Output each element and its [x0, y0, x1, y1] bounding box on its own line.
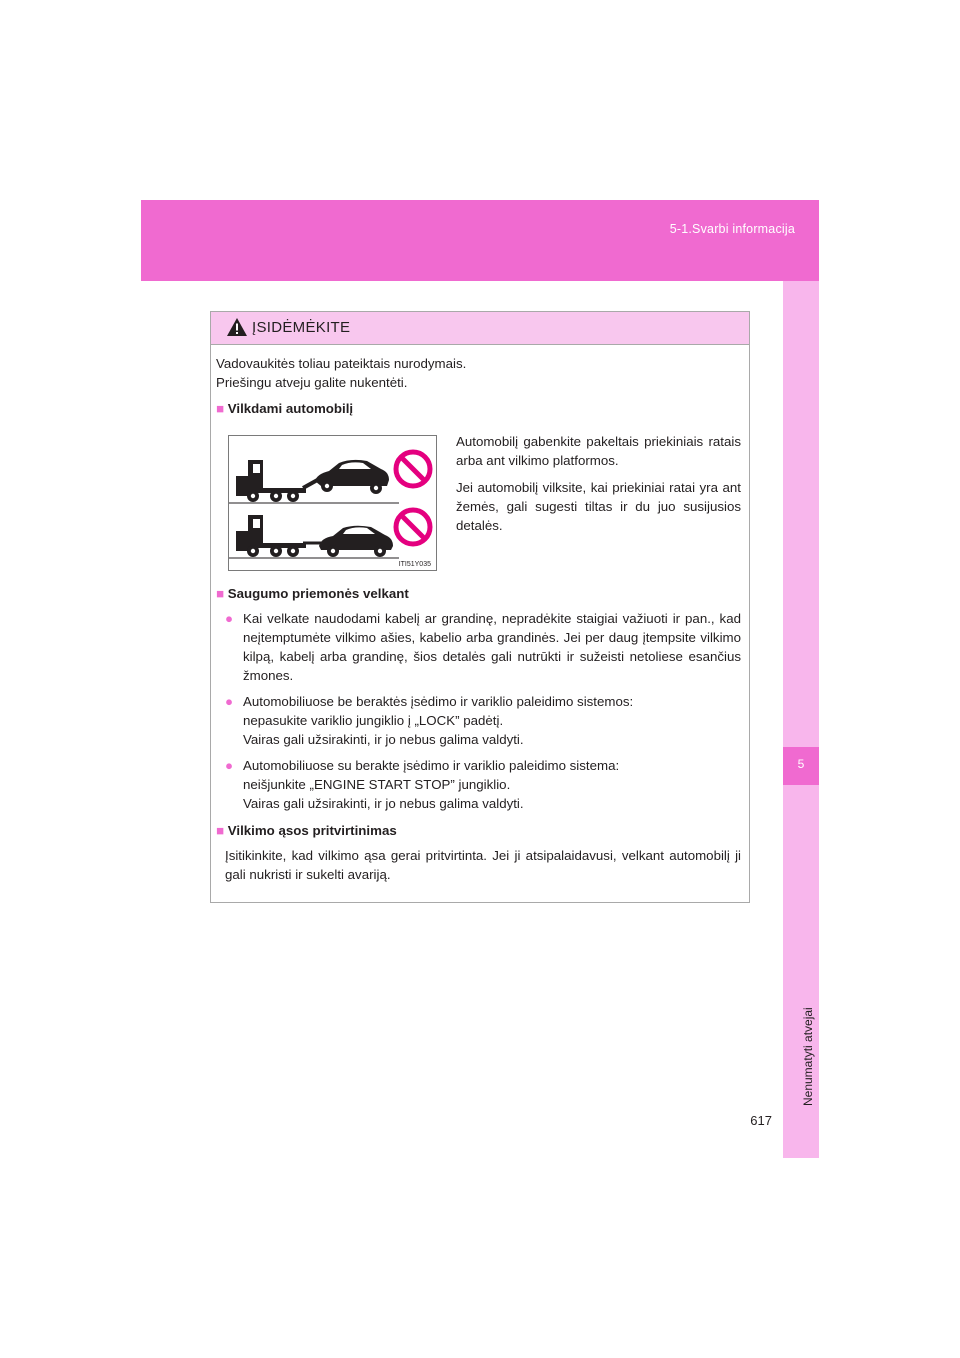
- safety-item2-line3: Vairas gali užsirakinti, ir jo nebus gal…: [243, 732, 524, 747]
- section-heading-safety-text: Saugumo priemonės velkant: [227, 586, 409, 601]
- eyelet-para: Įsitikinkite, kad vilkimo ąsa gerai prit…: [225, 848, 741, 882]
- prohibition-icon-2: [393, 507, 433, 547]
- square-bullet-icon: ■: [216, 823, 225, 838]
- circle-bullet-icon: ●: [225, 611, 234, 626]
- safety-item2-line1: Automobiliuose be beraktės įsėdimo ir va…: [243, 694, 634, 709]
- caution-title: ĮSIDĖMĖKITE: [252, 319, 351, 336]
- caution-intro-line1: Vadovaukitės toliau pateiktais nurodymai…: [216, 356, 467, 371]
- tow-truck-figure: [229, 449, 433, 559]
- page-number: 617: [750, 1113, 772, 1128]
- chapter-number: 5: [797, 757, 805, 771]
- section-heading-eyelet-text: Vilkimo ąsos pritvirtinimas: [227, 823, 397, 838]
- safety-item1: Kai velkate naudodami kabelį ar grandinę…: [243, 611, 741, 683]
- prohibition-icon-1: [393, 449, 433, 489]
- caution-header: ĮSIDĖMĖKITE: [211, 312, 749, 345]
- section-title: 5-1.Svarbi informacija: [669, 222, 795, 236]
- towing-para2: Jei automobilį vilksite, kai priekiniai …: [456, 480, 741, 533]
- caution-box: ĮSIDĖMĖKITE Vadovaukitės toliau pateikta…: [210, 311, 750, 903]
- section-heading-safety: ■ Saugumo priemonės velkant: [216, 584, 409, 603]
- caution-intro-line2: Priešingu atveju galite nukentėti.: [216, 375, 408, 390]
- warning-triangle-icon: [227, 318, 247, 336]
- towing-para1: Automobilį gabenkite pakeltais priekinia…: [456, 434, 741, 468]
- circle-bullet-icon: ●: [225, 694, 234, 709]
- chapter-tab: 5 Nenumatyti atvejai: [783, 281, 819, 1158]
- tow-truck-ground-icon: [229, 515, 399, 559]
- figure-code: ITI51Y035: [398, 561, 431, 568]
- square-bullet-icon: ■: [216, 401, 225, 416]
- tow-truck-lifted-icon: [229, 459, 399, 504]
- circle-bullet-icon: ●: [225, 758, 234, 773]
- section-heading-towing-text: Vilkdami automobilį: [227, 401, 354, 416]
- safety-item3-line3: Vairas gali užsirakinti, ir jo nebus gal…: [243, 796, 524, 811]
- safety-item3-line2: neišjunkite „ENGINE START STOP” jungikli…: [243, 777, 511, 792]
- towing-illustration: ITI51Y035: [228, 435, 437, 571]
- section-heading-eyelet: ■ Vilkimo ąsos pritvirtinimas: [216, 821, 397, 840]
- safety-item2-line2: nepasukite variklio jungiklio į „LOCK” p…: [243, 713, 504, 728]
- chapter-label: Nenumatyti atvejai: [801, 1007, 815, 1106]
- header-band: 5-1.Svarbi informacija: [141, 200, 819, 281]
- section-heading-towing: ■ Vilkdami automobilį: [216, 399, 353, 418]
- safety-item3-line1: Automobiliuose su berakte įsėdimo ir var…: [243, 758, 620, 773]
- square-bullet-icon: ■: [216, 586, 225, 601]
